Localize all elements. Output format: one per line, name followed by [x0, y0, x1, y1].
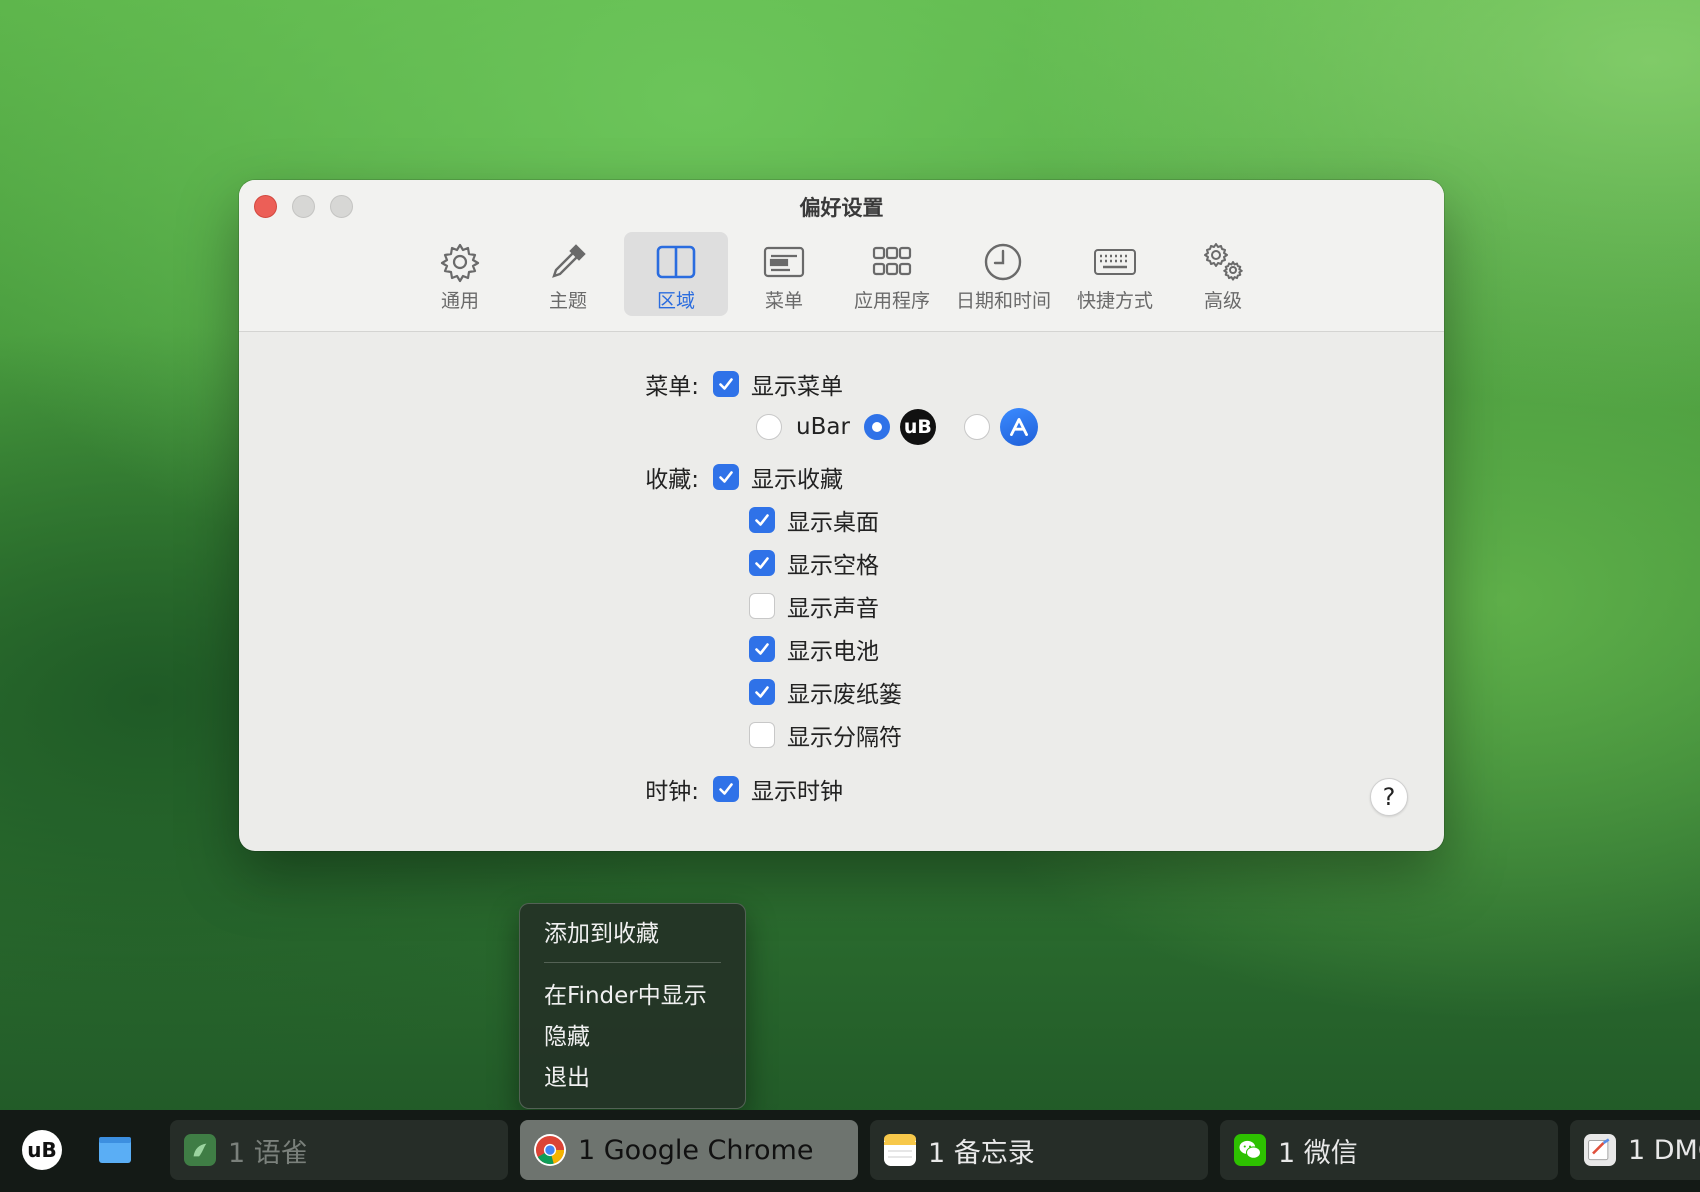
favorites-section: 收藏: 显示收藏	[627, 460, 843, 494]
tab-label: 主题	[548, 290, 587, 312]
task-label: 1 备忘录	[928, 1137, 1035, 1169]
show-spaces-label: 显示空格	[787, 553, 879, 579]
menu-item-add-to-favorites[interactable]: 添加到收藏	[520, 914, 745, 955]
menu-section: 菜单: 显示菜单	[627, 367, 843, 401]
tab-menu[interactable]: 菜单	[732, 232, 836, 316]
checkmark-icon	[755, 557, 769, 569]
window-titlebar: 偏好设置 通用 主题 区域 菜单 应用程序 日期和时间 快捷方式 高级	[239, 180, 1444, 332]
tab-region[interactable]: 区域	[623, 232, 728, 316]
show-favorites-label: 显示收藏	[751, 467, 843, 493]
notes-icon	[884, 1134, 916, 1166]
menu-item-hide[interactable]: 隐藏	[520, 1017, 745, 1058]
eyedropper-icon	[552, 244, 586, 278]
ub-style-radio[interactable]	[863, 414, 890, 440]
help-button[interactable]: ?	[1370, 778, 1408, 816]
gear-icon	[440, 243, 480, 283]
tab-theme[interactable]: 主题	[516, 232, 620, 316]
show-clock-label: 显示时钟	[751, 779, 843, 805]
show-desktop-label: 显示桌面	[787, 510, 879, 536]
task-label: 1 Google Chrome	[578, 1134, 814, 1166]
yuque-icon	[184, 1134, 216, 1166]
menu-card-icon	[763, 246, 805, 278]
show-separator-checkbox[interactable]	[749, 722, 775, 748]
show-separator-label: 显示分隔符	[787, 725, 902, 751]
tab-label: 快捷方式	[1076, 290, 1153, 312]
show-trash-label: 显示废纸篓	[787, 682, 902, 708]
context-menu: 添加到收藏 在Finder中显示 隐藏 退出	[519, 903, 746, 1109]
show-desktop-option: 显示桌面	[749, 503, 879, 537]
show-battery-label: 显示电池	[787, 639, 879, 665]
task-label: 1 DMG	[1628, 1134, 1700, 1166]
show-spaces-option: 显示空格	[749, 546, 879, 580]
show-sound-checkbox[interactable]	[749, 593, 775, 619]
task-dmg[interactable]: 1 DMG	[1570, 1120, 1700, 1180]
checkmark-icon	[755, 514, 769, 526]
wechat-icon	[1234, 1134, 1266, 1166]
show-battery-option: 显示电池	[749, 632, 879, 666]
task-label: 1 微信	[1278, 1137, 1358, 1169]
app-style-radio[interactable]	[963, 414, 990, 440]
show-trash-option: 显示废纸篓	[749, 675, 902, 709]
show-trash-checkbox[interactable]	[749, 679, 775, 705]
task-google-chrome[interactable]: 1 Google Chrome	[520, 1120, 858, 1180]
checkmark-icon	[719, 783, 733, 795]
ubar-style-label: uBar	[796, 414, 850, 440]
tab-label: 高级	[1203, 290, 1242, 312]
checkmark-icon	[719, 471, 733, 483]
tab-label: 菜单	[764, 290, 803, 312]
checkmark-icon	[755, 643, 769, 655]
preferences-window: 偏好设置 通用 主题 区域 菜单 应用程序 日期和时间 快捷方式 高级 菜单: …	[239, 180, 1444, 851]
ub-menu-button[interactable]: uB	[22, 1130, 62, 1170]
tab-applications[interactable]: 应用程序	[840, 232, 944, 316]
region-settings-pane: 菜单: 显示菜单 uBar uB 收藏: 显示收藏 显示桌面 显示空格 显示声音…	[239, 332, 1444, 851]
show-desktop-checkbox[interactable]	[749, 507, 775, 533]
window-title: 偏好设置	[799, 196, 884, 220]
menu-section-label: 菜单:	[645, 374, 699, 400]
preferences-toolbar: 通用 主题 区域 菜单 应用程序 日期和时间 快捷方式 高级	[239, 232, 1444, 316]
task-wechat[interactable]: 1 微信	[1220, 1120, 1558, 1180]
show-sound-option: 显示声音	[749, 589, 879, 623]
tab-label: 日期和时间	[955, 290, 1051, 312]
ubar-taskbar: uB 1 语雀 1 Google Chrome 1 备忘录 1 微信 1 DM	[0, 1110, 1700, 1192]
show-battery-checkbox[interactable]	[749, 636, 775, 662]
clock-section-label: 时钟:	[645, 779, 699, 805]
dmg-icon	[1584, 1134, 1616, 1166]
checkmark-icon	[719, 378, 733, 390]
clock-section: 时钟: 显示时钟	[627, 772, 843, 806]
show-spaces-checkbox[interactable]	[749, 550, 775, 576]
app-grid-icon	[872, 246, 912, 276]
menu-item-show-in-finder[interactable]: 在Finder中显示	[520, 976, 745, 1017]
gears-icon	[1204, 243, 1243, 281]
favorites-section-label: 收藏:	[645, 467, 699, 493]
menu-separator	[544, 962, 721, 963]
keyboard-icon	[1094, 249, 1136, 275]
task-yuque[interactable]: 1 语雀	[170, 1120, 508, 1180]
show-sound-label: 显示声音	[787, 596, 879, 622]
show-separator-option: 显示分隔符	[749, 718, 902, 752]
tab-label: 区域	[656, 290, 695, 312]
checkmark-icon	[755, 686, 769, 698]
show-clock-checkbox[interactable]	[713, 776, 739, 802]
tab-label: 通用	[440, 290, 479, 312]
a-logo-icon	[999, 408, 1038, 446]
ub-logo-icon: uB	[899, 409, 936, 445]
tab-label: 应用程序	[853, 290, 930, 312]
show-favorites-checkbox[interactable]	[713, 464, 739, 490]
task-notes[interactable]: 1 备忘录	[870, 1120, 1208, 1180]
desktop-folder-icon[interactable]	[98, 1134, 132, 1164]
tab-general[interactable]: 通用	[408, 232, 512, 316]
clock-icon	[985, 243, 1022, 281]
menu-item-quit[interactable]: 退出	[520, 1058, 745, 1099]
show-menu-checkbox[interactable]	[713, 371, 739, 397]
tab-advanced[interactable]: 高级	[1171, 232, 1275, 316]
chrome-icon	[534, 1134, 566, 1166]
split-panel-icon	[656, 245, 696, 279]
task-label: 1 语雀	[228, 1137, 308, 1169]
tab-shortcuts[interactable]: 快捷方式	[1063, 232, 1167, 316]
ubar-style-radio[interactable]	[756, 414, 782, 440]
show-menu-label: 显示菜单	[751, 374, 843, 400]
tab-date-time[interactable]: 日期和时间	[948, 232, 1059, 316]
menu-style-options: uBar uB	[756, 408, 1038, 446]
